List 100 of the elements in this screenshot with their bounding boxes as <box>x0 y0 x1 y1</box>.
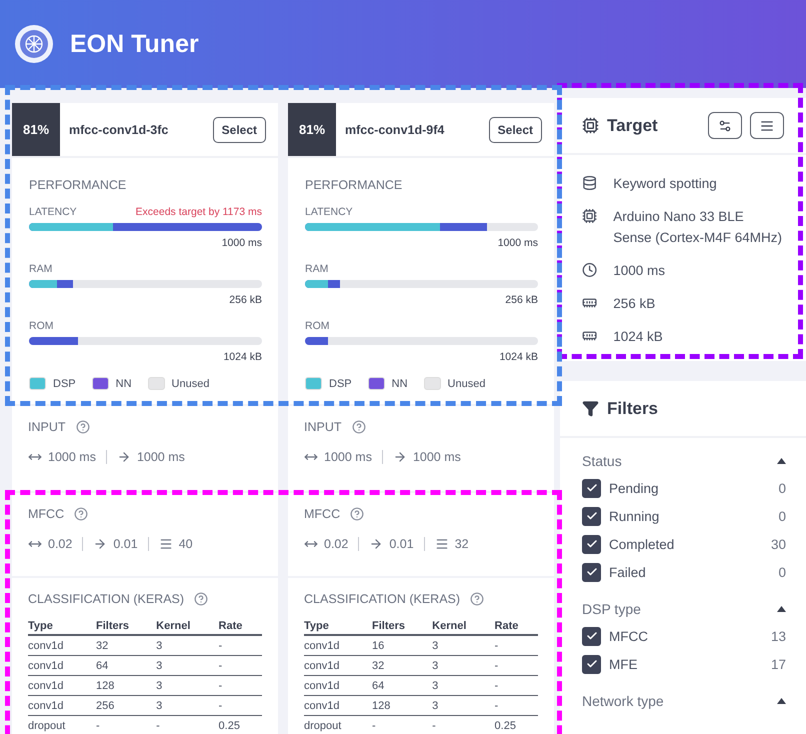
param-value: 1000 ms <box>412 450 461 464</box>
param-value: 40 <box>178 537 193 551</box>
table-cell: conv1d <box>28 656 96 676</box>
legend-swatch <box>148 377 165 390</box>
checkbox[interactable] <box>582 478 601 498</box>
table-cell: 3 <box>156 635 219 656</box>
stride-icon <box>369 537 384 551</box>
metric-label: LATENCY <box>305 206 353 218</box>
legend-swatch <box>29 377 46 390</box>
panel-title: Target <box>607 116 659 136</box>
column-header: Filters <box>372 618 432 635</box>
legend-label: NN <box>392 378 408 390</box>
filter-label: Failed <box>609 564 647 580</box>
filter-group-title: Network type <box>582 693 664 709</box>
target-value: Arduino Nano 33 BLE Sense (Cortex-M4F 64MHz) <box>613 208 783 247</box>
legend-swatch <box>92 377 109 390</box>
help-icon[interactable] <box>74 507 88 521</box>
metric-label: RAM <box>29 263 52 275</box>
metric-value: 1000 ms <box>498 237 538 249</box>
column-header: Filters <box>96 618 156 635</box>
param-value: 1000 ms <box>136 450 185 464</box>
param-value: 1000 ms <box>324 450 372 464</box>
table-cell: conv1d <box>304 676 372 696</box>
table-cell: - <box>494 635 538 656</box>
target-value: 1000 ms <box>613 262 666 280</box>
column-header: Rate <box>218 618 262 635</box>
table-cell: - <box>156 716 219 734</box>
score-badge: 81% <box>12 103 60 156</box>
select-button[interactable]: Select <box>488 116 542 142</box>
legend-label: NN <box>116 378 132 390</box>
table-cell: 32 <box>372 656 432 676</box>
help-icon[interactable] <box>76 420 90 434</box>
table-cell: 16 <box>372 635 432 656</box>
table-cell: 0.25 <box>494 716 538 734</box>
list-icon <box>760 118 774 132</box>
filter-group-title: Status <box>582 453 622 469</box>
table-cell: - <box>96 716 156 734</box>
table-cell: conv1d <box>28 696 96 716</box>
collapse-caret-icon[interactable] <box>777 606 786 612</box>
table-cell: 256 <box>96 696 156 716</box>
stride-icon <box>93 537 108 551</box>
collapse-caret-icon[interactable] <box>777 458 786 464</box>
table-cell: 32 <box>96 635 156 656</box>
legend-swatch <box>368 377 385 390</box>
metric-label: RAM <box>305 263 328 275</box>
chip-icon <box>582 117 599 134</box>
section-title: PERFORMANCE <box>29 178 128 192</box>
list-button[interactable] <box>750 112 784 139</box>
panel-title: Filters <box>607 398 660 418</box>
filter-count: 0 <box>778 480 786 496</box>
table-cell: - <box>494 696 538 716</box>
filter-group-title: DSP type <box>582 601 641 617</box>
help-icon[interactable] <box>350 507 364 521</box>
section-title: PERFORMANCE <box>305 178 404 192</box>
table-cell: conv1d <box>28 676 96 696</box>
column-header: Kernel <box>156 618 219 635</box>
filter-label: Completed <box>609 536 676 552</box>
column-header: Rate <box>494 618 538 635</box>
settings-button[interactable] <box>708 112 742 139</box>
section-title: CLASSIFICATION (KERAS) <box>304 592 460 606</box>
param-value: 0.02 <box>48 537 72 551</box>
checkbox[interactable] <box>582 534 601 554</box>
column-header: Type <box>304 618 372 635</box>
check-icon <box>586 482 598 494</box>
table-cell: 64 <box>372 676 432 696</box>
help-icon[interactable] <box>352 420 366 434</box>
table-cell: dropout <box>304 716 372 734</box>
help-icon[interactable] <box>194 592 208 606</box>
metric-value: 1024 kB <box>223 351 262 363</box>
filter-label: Running <box>609 508 660 524</box>
metric-label: LATENCY <box>29 206 77 218</box>
collapse-caret-icon[interactable] <box>777 698 786 704</box>
section-title: MFCC <box>28 507 64 521</box>
check-icon <box>586 630 598 642</box>
checkbox[interactable] <box>582 654 601 674</box>
help-icon[interactable] <box>470 592 484 606</box>
table-cell: 3 <box>432 676 495 696</box>
section-title: CLASSIFICATION (KERAS) <box>28 592 184 606</box>
table-cell: - <box>218 676 262 696</box>
table-cell: 3 <box>156 696 219 716</box>
checkbox[interactable] <box>582 506 601 526</box>
metric-value: 1000 ms <box>222 237 262 249</box>
table-cell: - <box>218 696 262 716</box>
legend-swatch <box>424 377 441 390</box>
logo-icon <box>14 24 54 64</box>
section-title: INPUT <box>304 420 342 434</box>
target-value: 256 kB <box>613 295 656 313</box>
table-cell: 128 <box>96 676 156 696</box>
filter-icon <box>582 400 599 417</box>
metric-value: 256 kB <box>229 294 262 306</box>
app-title: EON Tuner <box>70 30 199 58</box>
table-cell: conv1d <box>28 635 96 656</box>
checkbox[interactable] <box>582 626 601 646</box>
section-title: INPUT <box>28 420 66 434</box>
metric-value: 256 kB <box>505 294 538 306</box>
checkbox[interactable] <box>582 562 601 582</box>
database-icon <box>582 175 598 191</box>
param-value: 0.01 <box>389 537 414 551</box>
select-button[interactable]: Select <box>212 116 266 142</box>
table-cell: 3 <box>432 635 495 656</box>
